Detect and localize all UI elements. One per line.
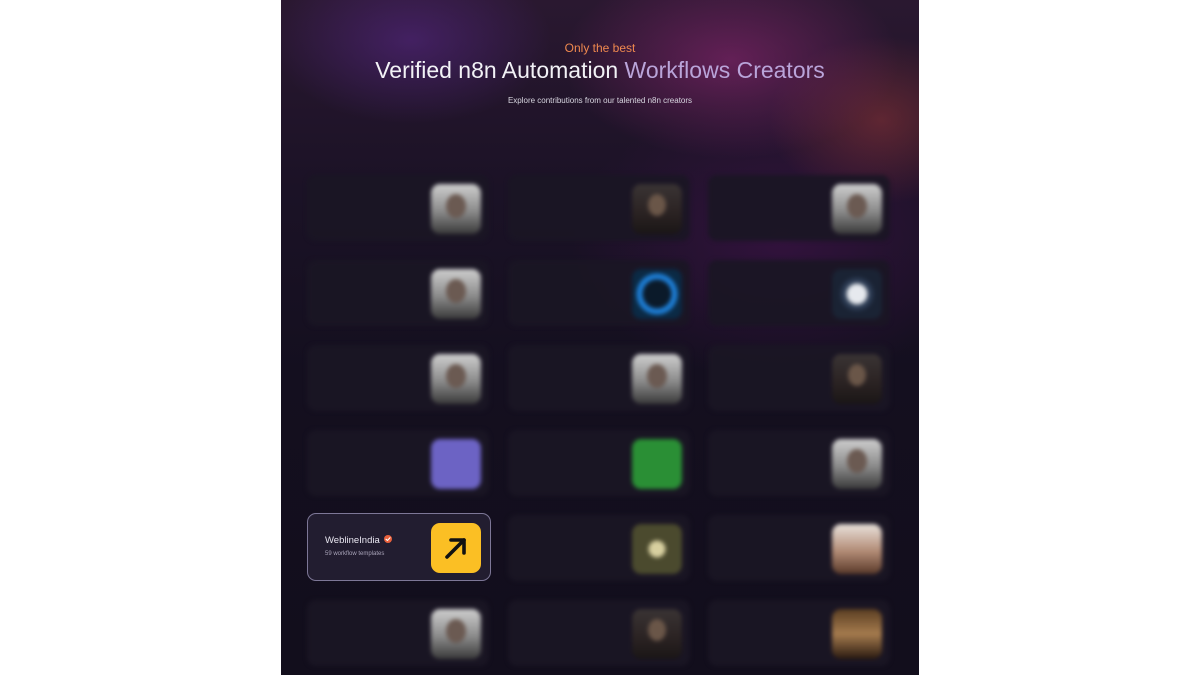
creator-card[interactable] <box>307 345 489 411</box>
creator-name: WeblineIndia <box>325 535 392 546</box>
creator-avatar <box>632 609 682 659</box>
creator-avatar <box>832 439 882 489</box>
creator-card[interactable] <box>708 260 890 326</box>
creator-card[interactable] <box>508 345 690 411</box>
creator-card[interactable] <box>307 175 489 241</box>
creator-card[interactable] <box>708 515 890 581</box>
creator-card[interactable] <box>307 600 489 666</box>
creator-avatar <box>832 184 882 234</box>
creator-card[interactable] <box>708 430 890 496</box>
section-title: Verified n8n Automation Workflows Creato… <box>281 57 919 84</box>
creator-card[interactable] <box>708 345 890 411</box>
creator-card[interactable] <box>508 430 690 496</box>
arrow-up-right-icon <box>431 523 481 573</box>
creator-avatar <box>431 184 481 234</box>
creator-avatar <box>632 439 682 489</box>
creator-card[interactable] <box>508 175 690 241</box>
creator-avatar <box>632 184 682 234</box>
creator-avatar <box>431 609 481 659</box>
verified-badge-icon <box>383 535 392 544</box>
creator-avatar <box>632 354 682 404</box>
creator-avatar <box>832 354 882 404</box>
creator-template-count: 59 workflow templates <box>325 551 385 557</box>
creator-avatar <box>632 524 682 574</box>
creators-section: Only the best Verified n8n Automation Wo… <box>281 0 919 675</box>
section-eyebrow: Only the best <box>564 41 636 55</box>
creator-avatar <box>632 269 682 319</box>
title-accent: Workflows Creators <box>624 57 825 83</box>
creator-avatar <box>832 609 882 659</box>
creator-card[interactable] <box>708 600 890 666</box>
title-main: Verified n8n Automation <box>375 57 619 83</box>
creator-card[interactable] <box>307 430 489 496</box>
creator-card[interactable] <box>508 600 690 666</box>
creator-card[interactable] <box>508 260 690 326</box>
creator-card[interactable] <box>708 175 890 241</box>
creator-card[interactable] <box>508 515 690 581</box>
creator-avatar <box>431 269 481 319</box>
creator-avatar <box>832 524 882 574</box>
creator-card[interactable] <box>307 260 489 326</box>
section-subtitle: Explore contributions from our talented … <box>507 96 693 105</box>
creator-avatar <box>431 439 481 489</box>
creator-avatar <box>431 354 481 404</box>
creator-avatar <box>832 269 882 319</box>
creator-card-weblineindia[interactable]: WeblineIndia 59 workflow templates <box>307 513 491 581</box>
